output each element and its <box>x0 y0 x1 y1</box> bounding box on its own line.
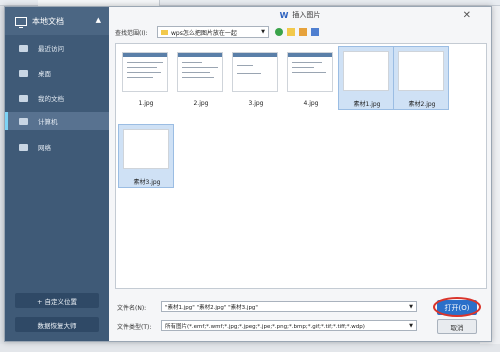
document-thumbnail <box>232 52 278 92</box>
filename-label: 文件名(N): <box>117 305 147 312</box>
file-name: 素材1.jpg <box>353 101 381 108</box>
image-thumbnail <box>398 51 444 91</box>
desktop-icon <box>19 69 28 77</box>
filename-value: "素材1.jpg" "素材2.jpg" "素材3.jpg" <box>165 304 258 311</box>
file-name: 2.jpg <box>193 100 209 107</box>
image-thumbnail <box>123 129 169 169</box>
up-folder-icon[interactable] <box>287 28 295 36</box>
sidebar-header[interactable]: 本地文档 ▲ <box>5 7 109 35</box>
file-item[interactable]: 4.jpg <box>283 48 339 112</box>
dialog-title: 插入图片 <box>292 11 321 19</box>
file-item[interactable]: 素材3.jpg <box>118 124 174 188</box>
filetype-select[interactable]: 所有图片(*.emf;*.wmf;*.jpg;*.jpeg;*.jpe;*.pn… <box>161 320 417 331</box>
filename-field[interactable]: "素材1.jpg" "素材2.jpg" "素材3.jpg" ▼ <box>161 301 417 312</box>
sidebar-item-computer[interactable]: 计算机 <box>5 112 109 130</box>
custom-location-button[interactable]: + 自定义位置 <box>15 293 99 308</box>
document-thumbnail <box>177 52 223 92</box>
file-list: 1.jpg 2.jpg 3.jpg 4.jpg 素材1.jpg 素材2.jpg … <box>115 43 487 289</box>
monitor-icon <box>15 16 27 28</box>
file-name: 素材2.jpg <box>408 101 436 108</box>
folder-icon <box>161 29 168 35</box>
highlight-ring <box>433 297 481 317</box>
wps-logo-icon: W <box>279 10 289 20</box>
clock-icon <box>19 44 28 52</box>
file-item[interactable]: 3.jpg <box>228 48 284 112</box>
file-item[interactable]: 素材1.jpg <box>338 46 394 110</box>
new-folder-icon[interactable] <box>299 28 307 36</box>
sidebar-item-recent[interactable]: 最近访问 <box>5 39 109 57</box>
chevron-down-icon: ▼ <box>409 304 413 310</box>
chevron-down-icon: ▼ <box>409 323 413 329</box>
file-name: 素材3.jpg <box>133 179 161 186</box>
close-icon[interactable]: ✕ <box>463 10 471 21</box>
chevron-down-icon: ▼ <box>261 29 265 35</box>
image-thumbnail <box>343 51 389 91</box>
back-icon[interactable] <box>275 28 283 36</box>
sidebar-item-label: 桌面 <box>38 70 51 78</box>
sidebar-item-label: 网络 <box>38 144 51 152</box>
sidebar-item-documents[interactable]: 我的文档 <box>5 89 109 107</box>
collapse-icon[interactable]: ▲ <box>96 16 101 24</box>
view-menu-icon[interactable] <box>311 28 319 36</box>
filetype-value: 所有图片(*.emf;*.wmf;*.jpg;*.jpeg;*.jpe;*.pn… <box>165 323 365 330</box>
insert-picture-dialog: 本地文档 ▲ 最近访问 桌面 我的文档 计算机 网络 + 自定义位置 数据恢复大… <box>4 6 492 342</box>
sidebar-title: 本地文档 <box>32 16 64 26</box>
file-name: 4.jpg <box>303 100 319 107</box>
computer-icon <box>19 117 28 125</box>
document-thumbnail <box>287 52 333 92</box>
look-in-select[interactable]: wps怎么把图片放在一起 ▼ <box>157 26 269 38</box>
dialog-footer: 文件名(N): "素材1.jpg" "素材2.jpg" "素材3.jpg" ▼ … <box>109 297 491 341</box>
main-pane: W 插入图片 ✕ 查找范围(I): wps怎么把图片放在一起 ▼ 1.jpg 2… <box>109 7 491 341</box>
sidebar-item-label: 最近访问 <box>38 45 64 53</box>
look-in-label: 查找范围(I): <box>115 30 148 37</box>
filetype-label: 文件类型(T): <box>117 324 152 331</box>
background-bottom <box>0 344 500 352</box>
sidebar-item-desktop[interactable]: 桌面 <box>5 64 109 82</box>
file-item[interactable]: 1.jpg <box>118 48 174 112</box>
file-item[interactable]: 2.jpg <box>173 48 229 112</box>
sidebar: 本地文档 ▲ 最近访问 桌面 我的文档 计算机 网络 + 自定义位置 数据恢复大… <box>5 7 109 341</box>
sidebar-item-label: 我的文档 <box>38 95 64 103</box>
data-recovery-button[interactable]: 数据恢复大师 <box>15 317 99 332</box>
cancel-button[interactable]: 取消 <box>437 319 477 334</box>
toolbar: 查找范围(I): wps怎么把图片放在一起 ▼ <box>109 24 491 40</box>
file-name: 1.jpg <box>138 100 154 107</box>
file-name: 3.jpg <box>248 100 264 107</box>
dialog-title-bar: W 插入图片 <box>109 7 491 23</box>
look-in-value: wps怎么把图片放在一起 <box>171 29 237 37</box>
sidebar-item-network[interactable]: 网络 <box>5 138 109 156</box>
sidebar-item-label: 计算机 <box>38 118 58 126</box>
folder-icon <box>19 94 28 102</box>
network-icon <box>19 143 28 151</box>
document-thumbnail <box>122 52 168 92</box>
file-item[interactable]: 素材2.jpg <box>393 46 449 110</box>
